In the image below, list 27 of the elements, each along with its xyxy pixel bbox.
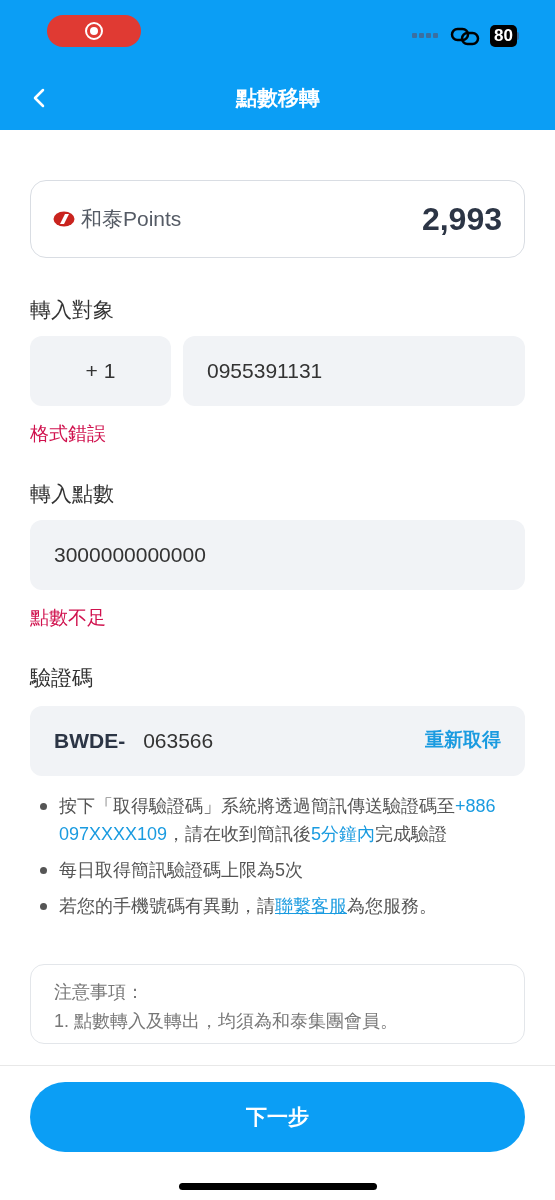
signal-icon: [412, 32, 441, 40]
tip-text: 按下「取得驗證碼」系統將透過簡訊傳送驗證碼至+886 097XXXX109，請在收到簡訊後5分鐘內完成驗證: [59, 794, 497, 846]
field-label: 驗證碼: [30, 665, 94, 691]
notes-title: 注意事項：: [54, 980, 145, 1004]
error-message: 格式錯誤: [30, 421, 107, 446]
back-icon[interactable]: [33, 88, 45, 108]
country-code-field[interactable]: + 1: [30, 335, 171, 406]
battery-level: 80: [490, 25, 517, 47]
bullet-icon: [40, 802, 47, 810]
record-icon: [84, 21, 104, 41]
field-label: 轉入對象: [30, 297, 115, 323]
points-balance: 2,993: [421, 200, 502, 239]
brand-logo-icon: [53, 211, 75, 227]
points-brand: 和泰Points: [81, 206, 182, 233]
field-label: 轉入點數: [30, 481, 115, 507]
error-message: 點數不足: [30, 605, 107, 630]
phone-field[interactable]: 0955391131: [183, 335, 525, 406]
tip-text: 每日取得簡訊驗證碼上限為5次: [59, 858, 304, 882]
bullet-icon: [40, 866, 47, 874]
link-icon: [450, 26, 481, 46]
bullet-icon: [40, 902, 47, 910]
points-input-field[interactable]: 3000000000000: [30, 519, 525, 590]
code-prefix: BWDE-: [54, 727, 126, 754]
verification-code-field[interactable]: 063566: [143, 724, 425, 757]
page-title: 點數移轉: [235, 85, 320, 112]
tip-text: 若您的手機號碼有異動，請聯繫客服為您服務。: [59, 894, 438, 918]
note-item: 1. 點數轉入及轉出，均須為和泰集團會員。: [54, 1009, 399, 1033]
